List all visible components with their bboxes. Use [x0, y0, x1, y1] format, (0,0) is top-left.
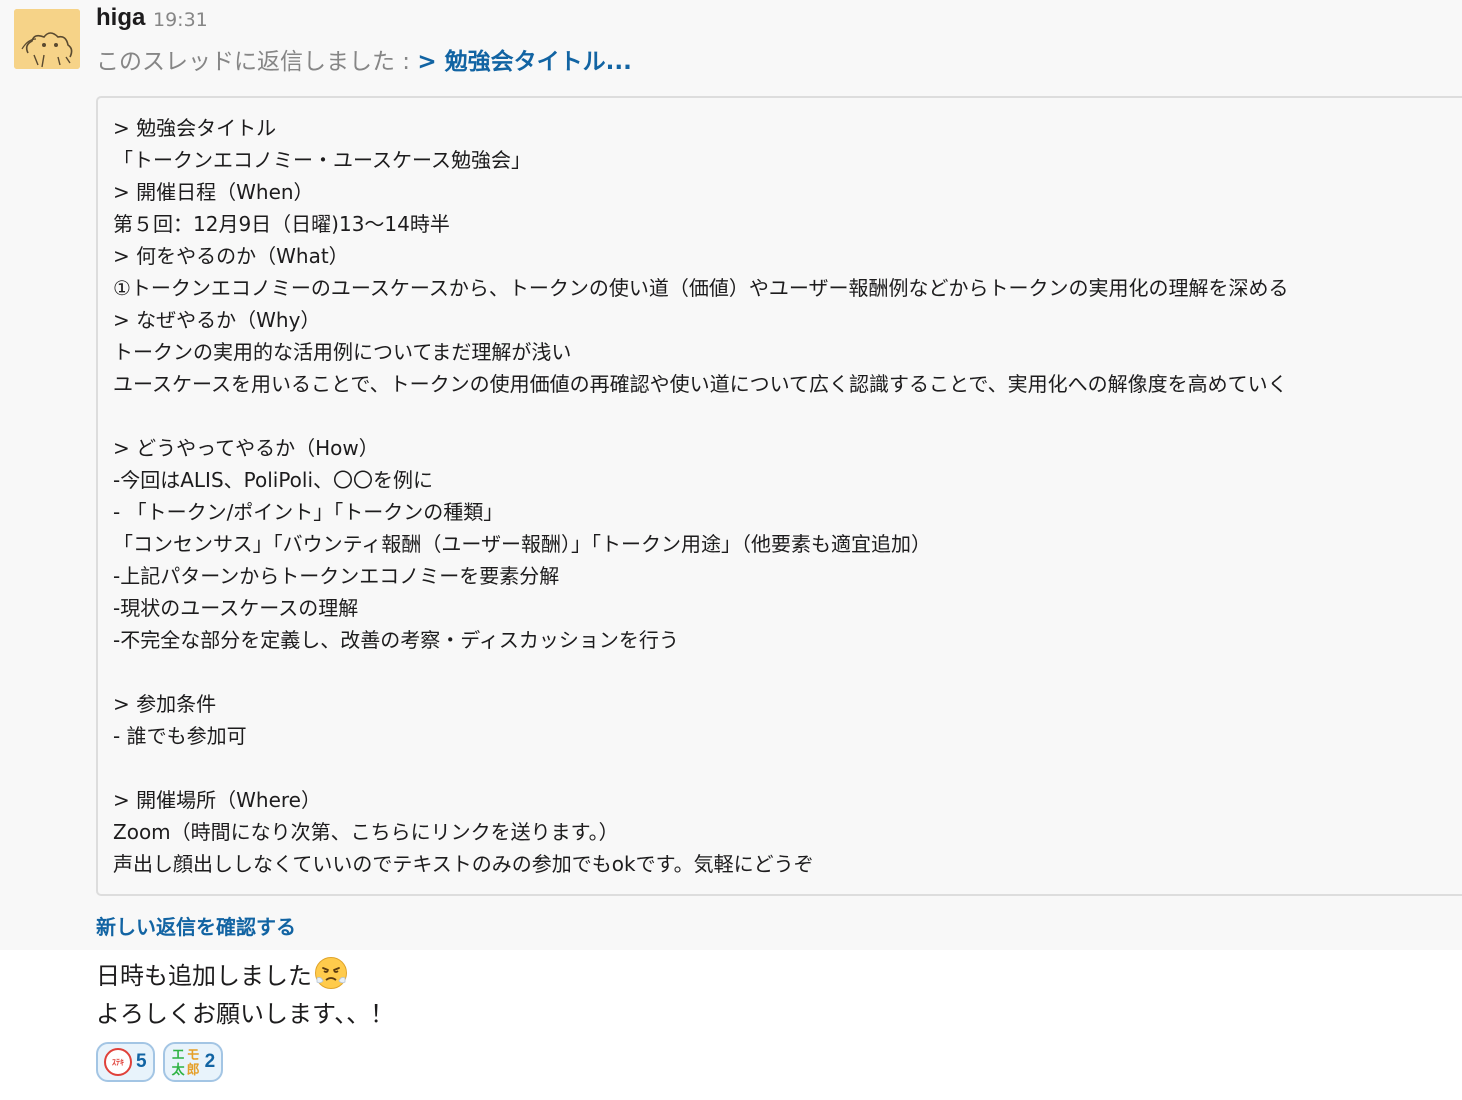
- triumph-face-emoji-icon: [315, 957, 347, 989]
- quoted-parent-message: > 勉強会タイトル 「トークンエコノミー・ユースケース勉強会」 > 開催日程（W…: [96, 96, 1462, 896]
- see-new-replies-link[interactable]: 新しい返信を確認する: [96, 911, 296, 940]
- emotaro-char: 太: [171, 1062, 185, 1077]
- quoted-message-text: > 勉強会タイトル 「トークンエコノミー・ユースケース勉強会」 > 開催日程（W…: [113, 116, 1289, 876]
- emotaro-char: モ: [186, 1047, 200, 1062]
- reactions-bar: ｽﾃｷ 5 エ モ 太 郎 2: [96, 1042, 224, 1082]
- reaction-count: 5: [136, 1051, 147, 1072]
- message-timestamp[interactable]: 19:31: [153, 9, 208, 31]
- message-line-text: 日時も追加しました: [96, 962, 312, 990]
- reaction-count: 2: [204, 1051, 216, 1072]
- message-body: 日時も追加しました よろしくお願いします、、！: [96, 956, 394, 1033]
- emotaro-icon: エ モ 太 郎: [171, 1047, 201, 1077]
- reaction-emotaro[interactable]: エ モ 太 郎 2: [162, 1042, 224, 1082]
- thread-parent-link[interactable]: > 勉強会タイトル...: [417, 49, 632, 75]
- username[interactable]: higa: [96, 4, 145, 32]
- emotaro-char: エ: [171, 1047, 185, 1062]
- thread-reply-prefix: このスレッドに返信しました :: [96, 49, 418, 75]
- message-line: 日時も追加しました: [96, 956, 394, 995]
- user-avatar[interactable]: [14, 9, 80, 69]
- thread-message-area: higa 19:31 このスレッドに返信しました : > 勉強会タイトル... …: [0, 0, 1462, 950]
- message-line: よろしくお願いします、、！: [96, 1000, 395, 1028]
- emotaro-char: 郎: [186, 1062, 200, 1077]
- suteki-icon: ｽﾃｷ: [104, 1048, 132, 1076]
- reaction-suteki[interactable]: ｽﾃｷ 5: [96, 1042, 155, 1082]
- avatar-drawing-icon: [14, 9, 80, 69]
- thread-reply-notice: このスレッドに返信しました : > 勉強会タイトル...: [96, 42, 632, 76]
